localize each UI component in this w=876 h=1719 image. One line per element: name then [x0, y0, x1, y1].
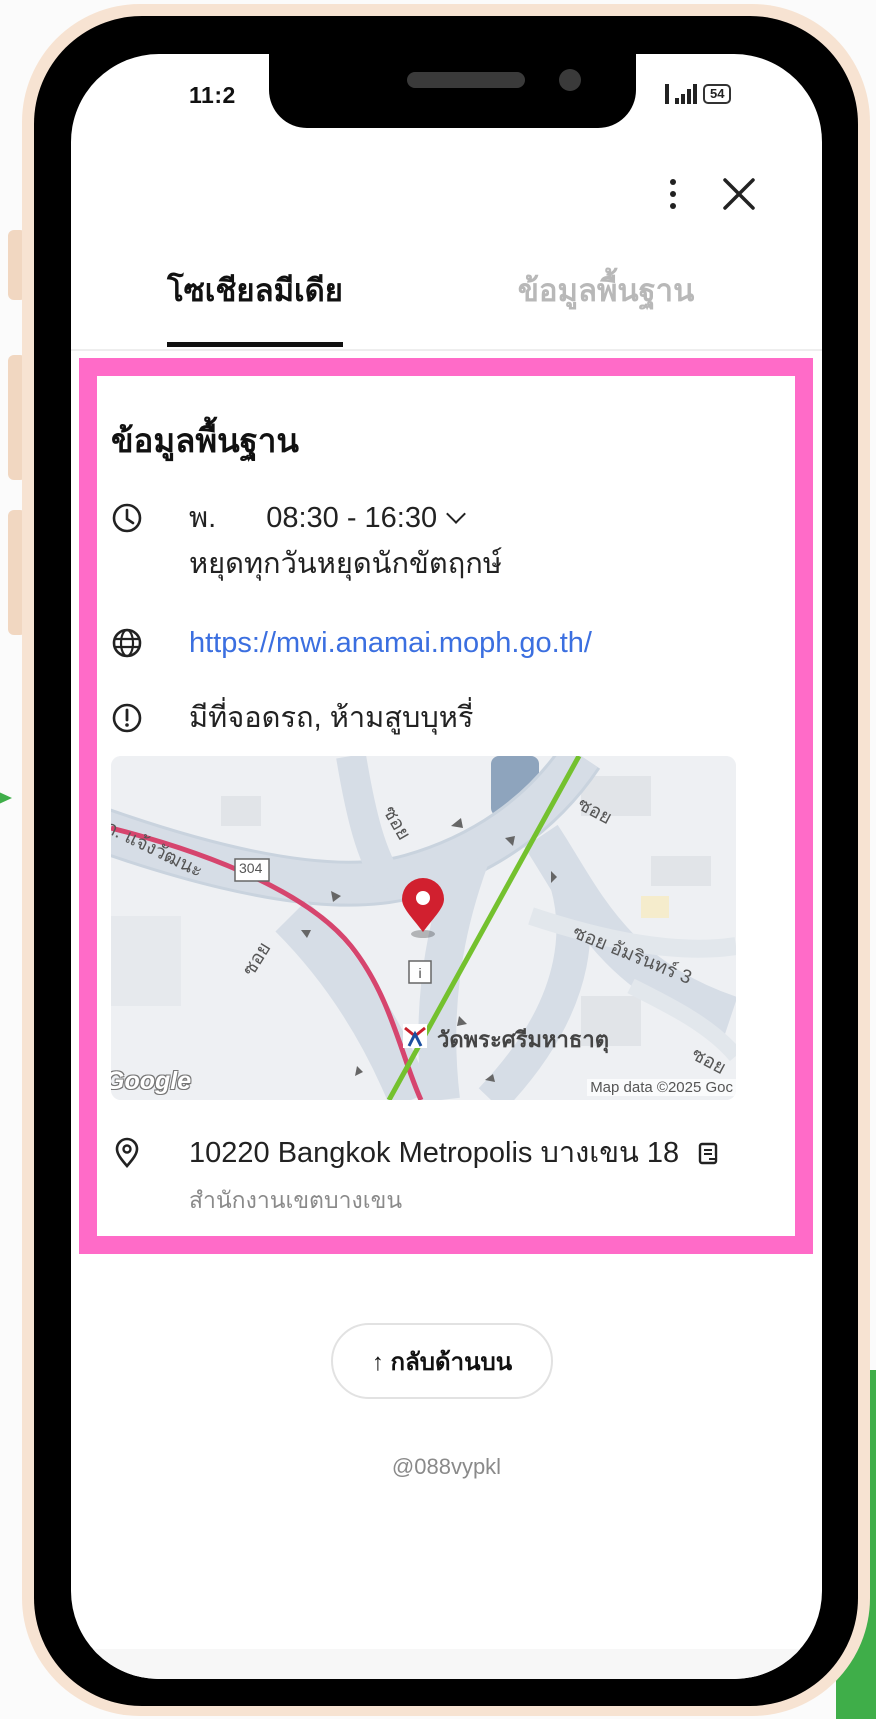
bottom-bar	[71, 1649, 822, 1679]
notch	[269, 54, 636, 128]
tab-bar: โซเชียลมีเดีย ข้อมูลพื้นฐาน	[71, 259, 822, 351]
tab-social-media[interactable]: โซเชียลมีเดีย	[167, 259, 343, 347]
map-route-shield: 304	[239, 860, 263, 876]
active-tab-indicator	[167, 342, 343, 347]
battery-icon: 54	[703, 84, 732, 104]
tab-label: ข้อมูลพื้นฐาน	[517, 273, 695, 308]
status-time: 11:2	[189, 82, 236, 108]
decorative-arrow	[0, 786, 12, 810]
phone-screen: 11:2 54 โซเชียลมีเดีย ข้อมูลพื้นฐาน ข้อม…	[71, 54, 822, 1679]
signal-bars-icon	[675, 84, 697, 104]
google-logo: Google	[111, 1067, 192, 1095]
map-graphic: i	[111, 756, 736, 1100]
facilities-text: มีที่จอดรถ, ห้ามสูบบุหรี่	[189, 702, 474, 734]
copy-icon[interactable]	[697, 1141, 721, 1167]
map-place-label: วัดพระศรีมหาธาตุ	[437, 1027, 609, 1052]
basic-info-section: ข้อมูลพื้นฐาน พ. 08:30 - 16:30 หยุดทุกวั…	[97, 376, 795, 1236]
hours-row: พ. 08:30 - 16:30 หยุดทุกวันหยุดนักขัตฤกษ…	[111, 498, 781, 588]
phone-frame: 11:2 54 โซเชียลมีเดีย ข้อมูลพื้นฐาน ข้อม…	[22, 4, 870, 1716]
tab-basic-info[interactable]: ข้อมูลพื้นฐาน	[511, 259, 701, 347]
phone-body: 11:2 54 โซเชียลมีเดีย ข้อมูลพื้นฐาน ข้อม…	[34, 16, 858, 1706]
location-pin-icon	[115, 1137, 139, 1168]
username: @088vypkl	[391, 1454, 502, 1479]
website-row: https://mwi.anamai.moph.go.th/	[111, 623, 781, 667]
clock-icon	[112, 503, 142, 533]
globe-icon	[112, 628, 142, 658]
status-indicators: 54	[665, 84, 732, 104]
chevron-down-icon[interactable]	[446, 504, 467, 524]
highlight-frame: ข้อมูลพื้นฐาน พ. 08:30 - 16:30 หยุดทุกวั…	[79, 358, 813, 1254]
more-options-icon[interactable]	[658, 164, 688, 224]
top-actions	[71, 164, 822, 224]
signal-icon	[665, 84, 669, 104]
hours-note: หยุดทุกวันหยุดนักขัตฤกษ์	[189, 548, 502, 580]
front-camera	[559, 69, 581, 91]
tab-label: โซเชียลมีเดีย	[167, 273, 343, 308]
hours-day: พ.	[189, 502, 217, 534]
section-title: ข้อมูลพื้นฐาน	[111, 422, 299, 459]
hours-time: 08:30 - 16:30	[266, 502, 438, 534]
facilities-row: มีที่จอดรถ, ห้ามสูบบุหรี่	[111, 698, 781, 742]
svg-text:i: i	[418, 965, 421, 981]
info-alert-icon	[112, 703, 142, 733]
speaker-grille	[407, 72, 525, 88]
website-link[interactable]: https://mwi.anamai.moph.go.th/	[189, 627, 592, 659]
close-icon[interactable]	[715, 170, 763, 218]
address-text: 10220 Bangkok Metropolis บางเขน 18	[189, 1137, 680, 1169]
location-map[interactable]: i ถ. แจ้งวัฒนะ ซอย ซอย ซอย ซอย อัมรินทร์…	[111, 756, 736, 1100]
map-credit: Map data ©2025 Goc	[587, 1079, 736, 1096]
back-to-top-button[interactable]: ↑ กลับด้านบน	[331, 1323, 553, 1399]
address-subtext: สำนักงานเขตบางเขน	[189, 1187, 403, 1213]
